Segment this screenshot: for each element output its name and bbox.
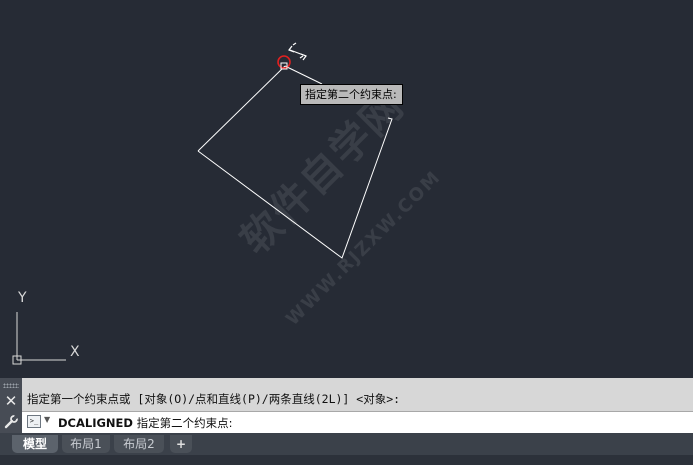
polyline-shape[interactable]: [197, 65, 286, 152]
ucs-y-label: Y: [18, 290, 27, 306]
wrench-icon[interactable]: [3, 414, 19, 430]
chevron-down-icon[interactable]: ▼: [44, 415, 50, 424]
add-layout-button[interactable]: +: [170, 435, 192, 453]
tab-model-label: 模型: [22, 437, 47, 451]
command-input[interactable]: DCALIGNED 指定第二个约束点:: [58, 415, 233, 431]
command-prompt-text: 指定第二个约束点:: [136, 416, 233, 430]
ucs-x-label: X: [70, 344, 80, 360]
command-line-window: ✕ 指定第一个约束点或 [对象(O)/点和直线(P)/两条直线(2L)] <对象…: [0, 378, 693, 433]
command-input-row[interactable]: >_ ▼ DCALIGNED 指定第二个约束点:: [22, 411, 693, 433]
plus-icon: +: [175, 437, 187, 451]
tab-layout2-label: 布局2: [123, 437, 155, 451]
layout-tab-bar: 模型 布局1 布局2 +: [0, 433, 693, 465]
close-icon[interactable]: ✕: [3, 393, 19, 409]
ucs-icon: [12, 312, 66, 365]
dimension-cursor-icon: [288, 42, 307, 61]
status-bar-strip: [0, 455, 693, 465]
tab-layout1[interactable]: 布局1: [62, 435, 110, 453]
rubberband-line: [284, 65, 323, 85]
tab-layout1-label: 布局1: [70, 437, 102, 451]
command-history-line: 指定第一个约束点或 [对象(O)/点和直线(P)/两条直线(2L)] <对象>:: [27, 392, 401, 406]
drag-grip-icon[interactable]: [3, 383, 19, 388]
dynamic-input-tooltip: 指定第二个约束点:: [300, 84, 403, 105]
drawing-viewport[interactable]: 软件自学网 WWW.RJZXW.COM Y X 指定第二个约束点:: [0, 0, 693, 378]
drawing-canvas[interactable]: [0, 0, 693, 378]
tab-model[interactable]: 模型: [12, 435, 58, 453]
command-line-sidebar: ✕: [0, 378, 22, 433]
command-name: DCALIGNED: [58, 416, 133, 430]
polyline-shape-lower[interactable]: [197, 117, 393, 259]
command-prompt-icon[interactable]: >_: [27, 415, 41, 428]
tab-layout2[interactable]: 布局2: [114, 435, 164, 453]
